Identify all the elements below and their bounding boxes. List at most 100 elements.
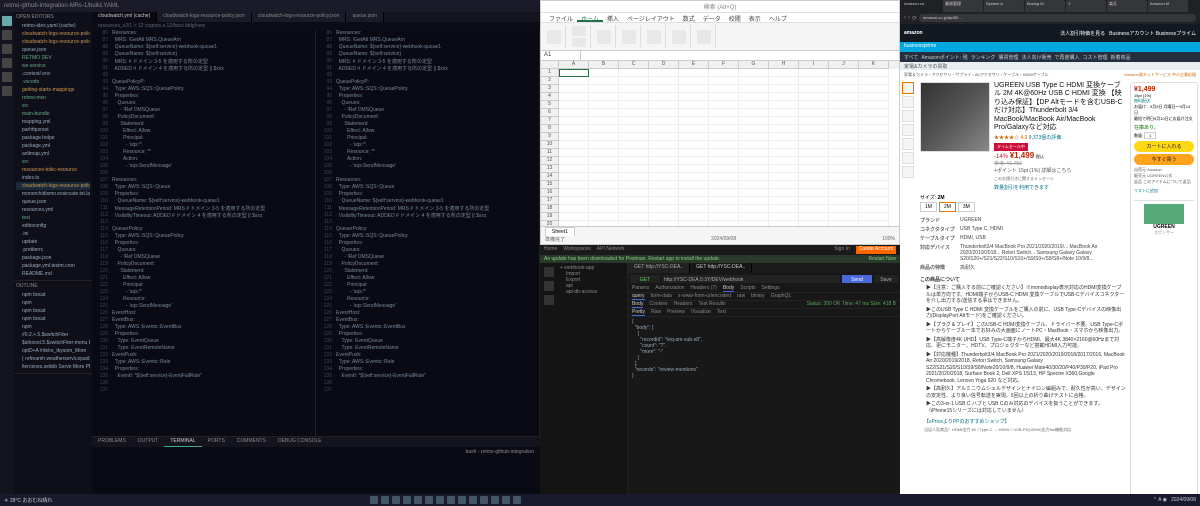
cell[interactable] [739,213,769,221]
cell[interactable] [619,205,649,213]
qty-select[interactable]: 1 [1144,132,1156,139]
vscode-taskbar-icon[interactable] [425,496,433,504]
cell[interactable] [589,109,619,117]
cell[interactable] [679,197,709,205]
col-header[interactable]: I [799,61,829,69]
remote-icon[interactable] [2,86,12,96]
editor-right[interactable]: 86Resources:87 MRS: !GetAtt MRS.QueueArn… [316,30,540,436]
cell[interactable] [859,101,889,109]
cell[interactable] [709,181,739,189]
cell[interactable] [769,101,799,109]
cells-button[interactable] [672,30,686,44]
editor-tab[interactable]: cloudwatch-logs-resource-policy.json [252,12,347,22]
cell[interactable] [709,173,739,181]
cell[interactable] [589,197,619,205]
cell[interactable] [769,77,799,85]
subtab[interactable]: Pretty [632,309,645,316]
select-all-corner[interactable] [541,61,559,69]
extensions-icon[interactable] [2,72,12,82]
cell[interactable] [799,133,829,141]
cell[interactable] [649,149,679,157]
cell[interactable] [769,173,799,181]
subtab[interactable]: Raw [651,309,661,316]
nav-item[interactable]: Amazonポイント: 残 [921,54,967,61]
cell[interactable] [559,157,589,165]
row-header[interactable]: 7 [541,117,559,125]
shop-link[interactable]: 【xPriceよりPPのおすすめショップ】 [920,416,1126,427]
thumbnail[interactable] [902,166,914,178]
product-image[interactable] [920,82,990,152]
cell[interactable] [799,205,829,213]
paste-button[interactable] [547,30,561,44]
cell[interactable] [559,165,589,173]
cell[interactable] [829,77,859,85]
cell[interactable] [799,77,829,85]
cell[interactable] [829,125,859,133]
outline-item[interactable]: { refreamh.weatherserv\cspaid: Ahoy.cont… [16,355,90,363]
outline-item[interactable]: npm [16,299,90,307]
terminal-tab[interactable]: COMMENTS [231,437,272,447]
subtab[interactable]: form-data [651,293,672,300]
cell[interactable] [769,165,799,173]
ribbon-tab[interactable]: 挿入 [603,13,623,22]
cell[interactable] [799,173,829,181]
cell[interactable] [829,189,859,197]
outline-item[interactable]: npm bocat [16,291,90,299]
cell[interactable] [769,213,799,221]
cell[interactable] [709,165,739,173]
save-button[interactable]: Save [874,275,898,283]
cell[interactable] [859,69,889,77]
col-header[interactable]: E [679,61,709,69]
app-icon[interactable] [491,496,499,504]
nav-item[interactable]: で再度購入 [1054,54,1079,61]
cell[interactable] [859,221,889,226]
ribbon-tab[interactable]: ホーム [577,13,603,22]
explorer-icon[interactable] [2,16,12,26]
cell[interactable] [739,221,769,226]
tree-item[interactable]: package.json [16,254,90,262]
cell[interactable] [589,173,619,181]
outline-item[interactable]: fiercenes.setbib Serve More PHOOK [16,363,90,371]
col-header[interactable]: G [739,61,769,69]
subtab[interactable]: Preview [667,309,685,316]
cell[interactable] [829,117,859,125]
cell[interactable] [769,181,799,189]
tree-item[interactable]: test [16,214,90,222]
row-header[interactable]: 14 [541,173,559,181]
account-link[interactable]: Businessアカウント Businessプライム [1109,30,1196,37]
cell[interactable] [829,197,859,205]
scm-icon[interactable] [2,44,12,54]
add-to-cart-button[interactable]: カートに入れる [1134,141,1194,152]
tray-icons[interactable]: ⌃ A ◉ [1153,497,1167,503]
outline-item[interactable]: $sthoost.5.$switchFiter-menu PR [16,339,90,347]
thumbnail[interactable] [902,152,914,164]
menu-home[interactable]: Home [544,246,557,254]
cell[interactable] [799,165,829,173]
cell[interactable] [709,117,739,125]
tree-item[interactable]: retmo-ides.yaml (cache) [16,22,90,30]
cell[interactable] [739,69,769,77]
menu-workspaces[interactable]: Workspaces [563,246,590,254]
row-header[interactable]: 2 [541,77,559,85]
tree-item[interactable]: resources.yml [16,206,90,214]
cell[interactable] [589,77,619,85]
cell[interactable] [589,221,619,226]
row-header[interactable]: 16 [541,189,559,197]
cell[interactable] [859,109,889,117]
cell[interactable] [619,173,649,181]
tree-item[interactable]: parhttpsroot [16,126,90,134]
editor-tab[interactable]: cloudwatch-logs-resource-policy.json [157,12,252,22]
cell[interactable] [709,125,739,133]
nav-item[interactable]: 法人向け販売 [1021,54,1051,61]
thumbnail[interactable] [902,82,914,94]
row-header[interactable]: 17 [541,197,559,205]
size-option[interactable]: 1M [920,202,937,212]
cell[interactable] [769,93,799,101]
cell[interactable] [739,77,769,85]
subtab[interactable]: Headers [673,301,692,308]
col-header[interactable]: H [769,61,799,69]
cell[interactable] [709,141,739,149]
number-button[interactable] [622,30,636,44]
cell[interactable] [739,117,769,125]
tree-item[interactable]: cloudwatch-logs-resource-policy.json [16,30,90,38]
